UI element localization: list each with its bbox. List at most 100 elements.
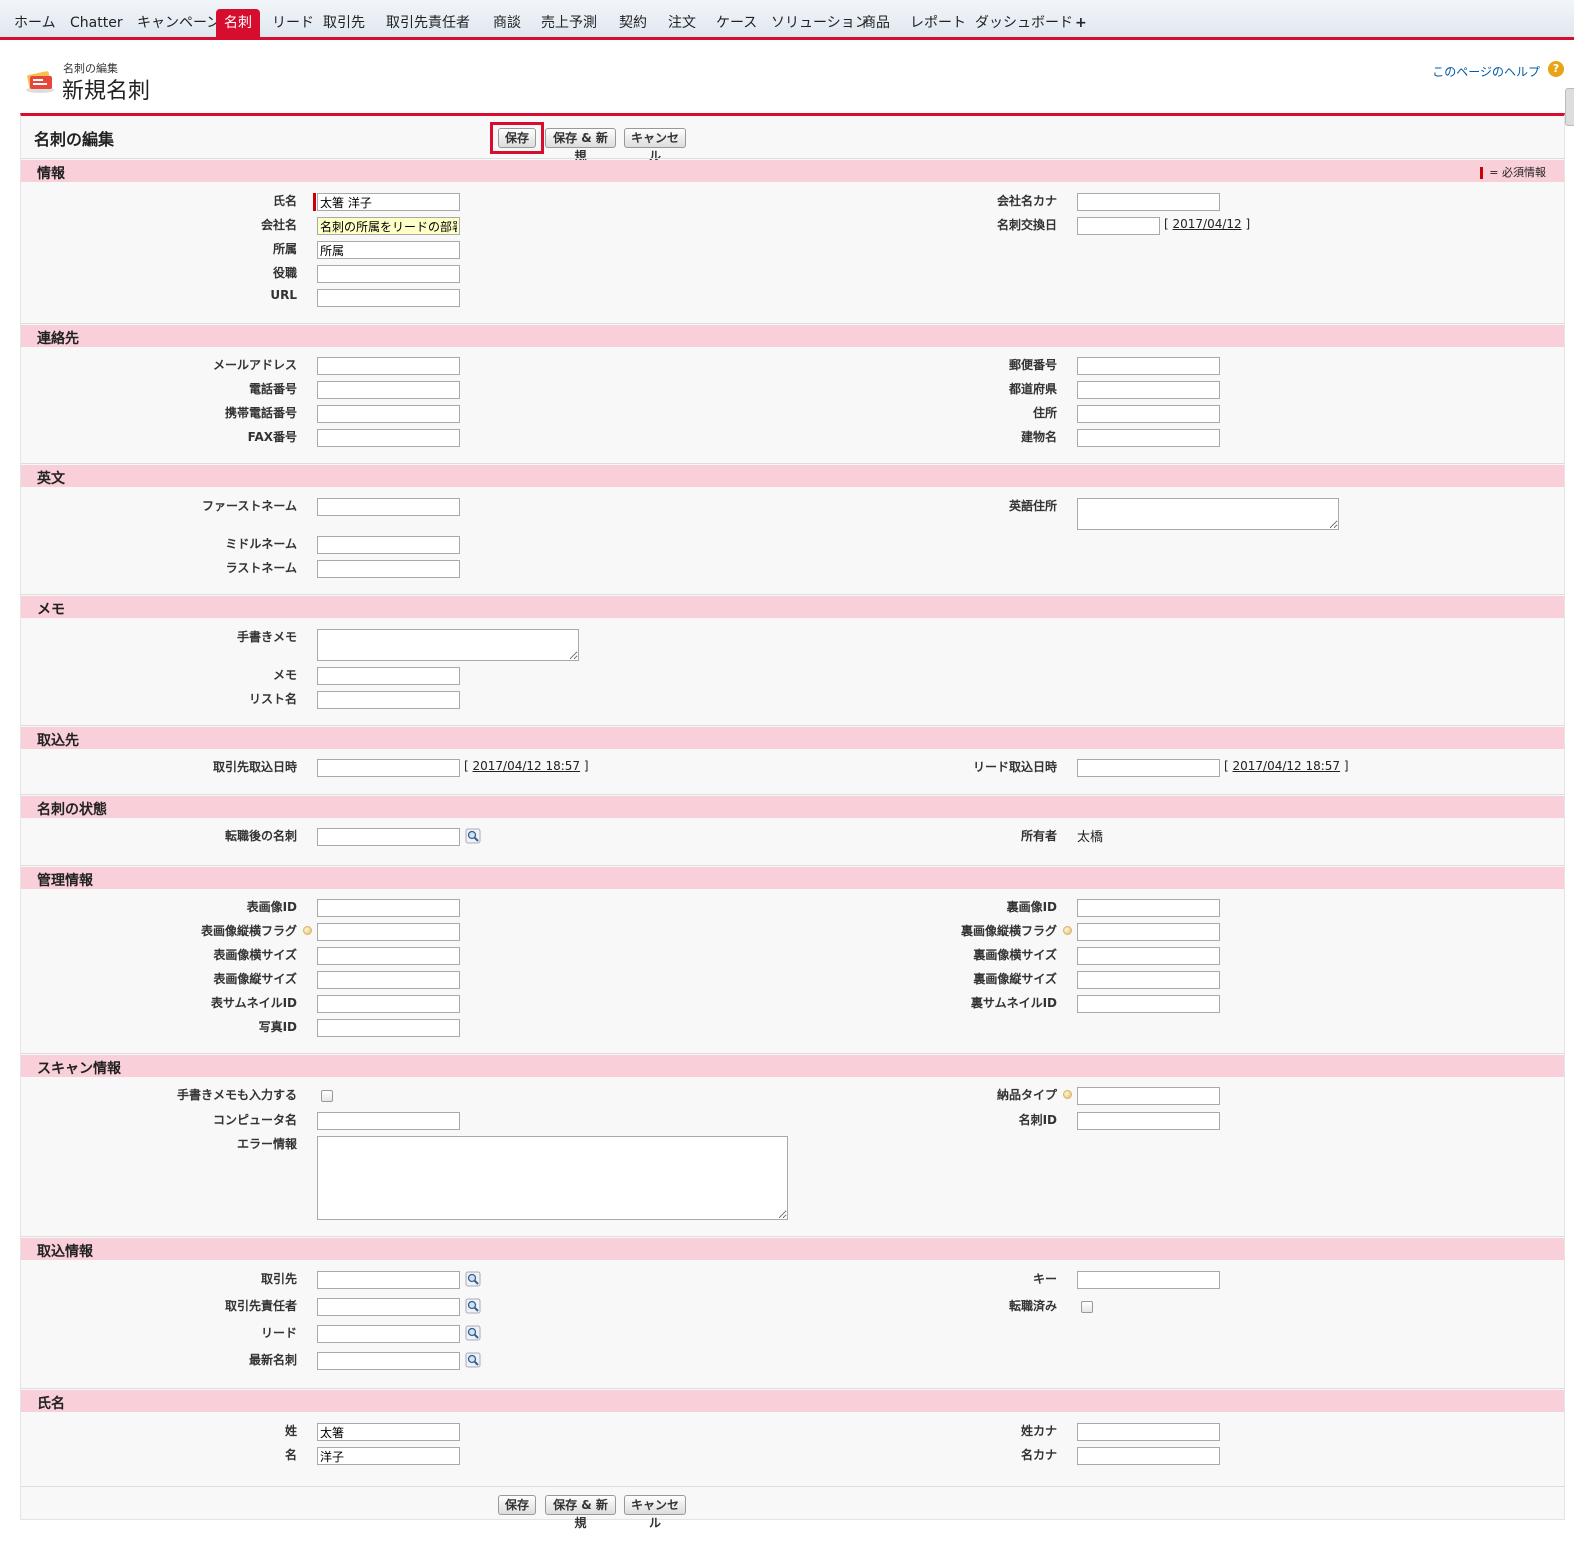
- tab-contact[interactable]: 取引先責任者: [382, 10, 474, 36]
- save-button-top[interactable]: 保存: [498, 128, 536, 148]
- today-link[interactable]: 2017/04/12: [1173, 217, 1242, 231]
- address-input[interactable]: [1077, 405, 1220, 423]
- tab-order[interactable]: 注文: [664, 10, 700, 36]
- lookup-icon[interactable]: [465, 1325, 481, 1341]
- company-input[interactable]: [317, 217, 460, 235]
- dept-input[interactable]: [317, 241, 460, 259]
- save-new-button-top[interactable]: 保存 & 新規: [545, 128, 616, 163]
- label-memo: メモ: [272, 668, 297, 682]
- list-name-input[interactable]: [317, 691, 460, 709]
- account-input[interactable]: [317, 1271, 460, 1289]
- front-width-input[interactable]: [317, 947, 460, 965]
- first-name-input[interactable]: [317, 498, 460, 516]
- now-link[interactable]: 2017/04/12 18:57: [1233, 759, 1341, 773]
- exchange-date-today: [ 2017/04/12 ]: [1164, 217, 1251, 231]
- back-width-input[interactable]: [1077, 947, 1220, 965]
- email-input[interactable]: [317, 357, 460, 375]
- info-icon[interactable]: [1063, 926, 1072, 935]
- phone-input[interactable]: [317, 381, 460, 399]
- save-new-button-bottom[interactable]: 保存 & 新規: [545, 1495, 616, 1530]
- info-icon[interactable]: [1063, 1090, 1072, 1099]
- contact-input[interactable]: [317, 1298, 460, 1316]
- lookup-icon[interactable]: [465, 828, 481, 844]
- hand-memo-textarea[interactable]: [317, 629, 579, 661]
- computer-name-input[interactable]: [317, 1112, 460, 1130]
- back-orient-flag-input[interactable]: [1077, 923, 1220, 941]
- fax-input[interactable]: [317, 429, 460, 447]
- tab-forecast[interactable]: 売上予測: [537, 10, 601, 36]
- now-link[interactable]: 2017/04/12 18:57: [473, 759, 581, 773]
- tab-contract[interactable]: 契約: [615, 10, 651, 36]
- divider: [21, 725, 1564, 726]
- divider: [21, 463, 1564, 464]
- after-move-card-input[interactable]: [317, 828, 460, 846]
- help-icon[interactable]: ?: [1548, 61, 1564, 77]
- sei-input[interactable]: [317, 1423, 460, 1441]
- mei-input[interactable]: [317, 1447, 460, 1465]
- building-input[interactable]: [1077, 429, 1220, 447]
- info-icon[interactable]: [303, 926, 312, 935]
- key-input[interactable]: [1077, 1271, 1220, 1289]
- input-hand-memo-checkbox[interactable]: [321, 1090, 333, 1102]
- tab-add-icon[interactable]: +: [1071, 10, 1091, 36]
- mobile-input[interactable]: [317, 405, 460, 423]
- tab-product[interactable]: 商品: [858, 10, 894, 36]
- tab-dashboard[interactable]: ダッシュボード: [971, 10, 1077, 36]
- delivery-type-input[interactable]: [1077, 1087, 1220, 1105]
- middle-name-input[interactable]: [317, 536, 460, 554]
- back-thumb-id-input[interactable]: [1077, 995, 1220, 1013]
- card-id-input[interactable]: [1077, 1112, 1220, 1130]
- tab-meishi[interactable]: 名刺: [216, 9, 260, 37]
- tab-campaign[interactable]: キャンペーン: [133, 10, 224, 36]
- cancel-button-top[interactable]: キャンセル: [624, 128, 686, 163]
- label-list-name: リスト名: [248, 692, 297, 706]
- error-info-textarea[interactable]: [317, 1136, 788, 1220]
- label-photo-id: 写真ID: [258, 1020, 297, 1034]
- mei-kana-input[interactable]: [1077, 1447, 1220, 1465]
- memo-input[interactable]: [317, 667, 460, 685]
- lead-input[interactable]: [317, 1325, 460, 1343]
- tab-chatter[interactable]: Chatter: [66, 10, 127, 36]
- tab-report[interactable]: レポート: [906, 10, 970, 36]
- back-height-input[interactable]: [1077, 971, 1220, 989]
- en-address-textarea[interactable]: [1077, 498, 1339, 530]
- cancel-button-bottom[interactable]: キャンセル: [624, 1495, 686, 1530]
- name-input[interactable]: [317, 193, 460, 211]
- zip-input[interactable]: [1077, 357, 1220, 375]
- front-height-input[interactable]: [317, 971, 460, 989]
- tab-case[interactable]: ケース: [712, 10, 761, 36]
- lead-import-dt-input[interactable]: [1077, 759, 1220, 777]
- moved-checkbox[interactable]: [1081, 1301, 1093, 1313]
- url-input[interactable]: [317, 289, 460, 307]
- last-name-input[interactable]: [317, 560, 460, 578]
- label-dept: 所属: [272, 242, 297, 256]
- front-thumb-id-input[interactable]: [317, 995, 460, 1013]
- prefecture-input[interactable]: [1077, 381, 1220, 399]
- owner-value: 太橋: [1077, 830, 1104, 845]
- label-moved: 転職済み: [1008, 1299, 1057, 1313]
- front-image-id-input[interactable]: [317, 899, 460, 917]
- tab-account[interactable]: 取引先: [319, 10, 369, 36]
- save-button-bottom[interactable]: 保存: [498, 1495, 536, 1515]
- label-name: 氏名: [272, 194, 297, 208]
- side-drawer-handle[interactable]: [1565, 88, 1574, 126]
- lookup-icon[interactable]: [465, 1352, 481, 1368]
- front-orient-flag-input[interactable]: [317, 923, 460, 941]
- account-import-dt-input[interactable]: [317, 759, 460, 777]
- tab-lead[interactable]: リード: [268, 10, 318, 36]
- exchange-date-input[interactable]: [1077, 217, 1160, 235]
- photo-id-input[interactable]: [317, 1019, 460, 1037]
- back-image-id-input[interactable]: [1077, 899, 1220, 917]
- tab-home[interactable]: ホーム: [10, 10, 60, 36]
- tab-solution[interactable]: ソリューション: [767, 10, 873, 36]
- sei-kana-input[interactable]: [1077, 1423, 1220, 1441]
- help-link[interactable]: このページのヘルプ: [1432, 63, 1540, 80]
- company-kana-input[interactable]: [1077, 193, 1220, 211]
- lookup-icon[interactable]: [465, 1271, 481, 1287]
- lookup-icon[interactable]: [465, 1298, 481, 1314]
- latest-card-input[interactable]: [317, 1352, 460, 1370]
- title-input[interactable]: [317, 265, 460, 283]
- tab-opportunity[interactable]: 商談: [489, 10, 525, 36]
- label-contact: 取引先責任者: [224, 1299, 297, 1313]
- label-account-import-dt: 取引先取込日時: [212, 760, 297, 774]
